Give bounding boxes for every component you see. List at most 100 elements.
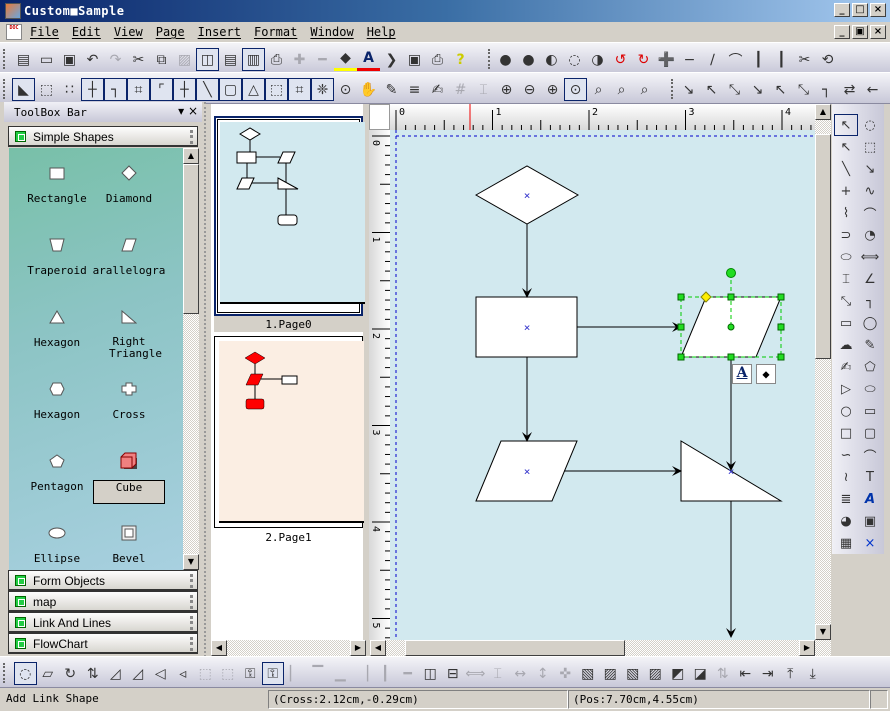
snap-cross-icon[interactable]: ┼ (81, 78, 104, 101)
category-map[interactable]: map (8, 591, 198, 612)
move-left-icon[interactable]: ⇤ (734, 662, 757, 685)
category-form-objects[interactable]: Form Objects (8, 570, 198, 591)
canvas-vscrollbar[interactable]: ▲ ▼ (815, 104, 831, 640)
send-back-icon[interactable]: ▨ (599, 662, 622, 685)
page-thumb-0[interactable] (214, 116, 365, 316)
align-disabled-icon[interactable]: ⌶ (472, 78, 495, 101)
zoom-plus-icon[interactable]: ⊕ (541, 78, 564, 101)
pie-icon[interactable]: ◔ (858, 224, 882, 246)
square-icon[interactable]: □ (834, 422, 858, 444)
split-icon[interactable]: ┃ (747, 48, 770, 71)
front-layer-icon[interactable]: ◩ (667, 662, 690, 685)
snap-connect-icon[interactable]: ┐ (104, 78, 127, 101)
snap-center-icon[interactable]: ⌗ (127, 78, 150, 101)
align-left-icon[interactable]: ▏ (284, 662, 307, 685)
scroll-thumb[interactable] (815, 134, 831, 359)
ungroup-icon[interactable]: ⬚ (217, 662, 240, 685)
close-panel-icon[interactable]: × (188, 104, 198, 118)
rotate-right-shape-icon[interactable]: ◿ (127, 662, 150, 685)
add-point-icon[interactable]: ➕ (655, 48, 678, 71)
back-layer-icon[interactable]: ◪ (689, 662, 712, 685)
scroll-right-button[interactable]: ▶ (350, 640, 366, 656)
toolbox-scrollbar[interactable]: ▲ ▼ (183, 148, 199, 570)
font-color-icon[interactable]: A (357, 48, 380, 71)
snap-corner-icon[interactable]: ⌜ (150, 78, 173, 101)
page-label-0[interactable]: 1.Page0 (214, 316, 363, 332)
grid-disabled-icon[interactable]: # (449, 78, 472, 101)
close-path-icon[interactable]: ⟲ (816, 48, 839, 71)
snap-bounds-icon[interactable]: ▢ (219, 78, 242, 101)
rotate-90-icon[interactable]: ↻ (59, 662, 82, 685)
close-button[interactable]: × (870, 3, 886, 17)
remove-point-icon[interactable]: − (678, 48, 701, 71)
align-center-icon[interactable]: ┃ (374, 662, 397, 685)
scroll-up-button[interactable]: ▲ (815, 104, 831, 120)
drawing-canvas[interactable]: × × × × A ◆ (390, 130, 815, 640)
toolbar-grip[interactable] (3, 49, 6, 69)
snap-guide-icon[interactable]: ┼ (173, 78, 196, 101)
combine-icon[interactable]: ● (517, 48, 540, 71)
rounded-rect-icon[interactable]: ▢ (858, 422, 882, 444)
swap-order-icon[interactable]: ⇅ (712, 662, 735, 685)
group-icon[interactable]: ⬚ (194, 662, 217, 685)
category-simple-shapes[interactable]: Simple Shapes (8, 126, 198, 147)
h-dimension-icon[interactable]: ⟺ (858, 246, 882, 268)
font-icon[interactable]: A (858, 488, 882, 510)
pin-icon[interactable]: ▾ (178, 104, 184, 118)
shape-item-hexagon[interactable]: Hexagon (17, 306, 97, 349)
new-document-icon[interactable]: ▤ (12, 48, 35, 71)
free-rotate-icon[interactable]: ◌ (14, 662, 37, 685)
polyline-icon[interactable]: ⌇ (834, 202, 858, 224)
link-type4-icon[interactable]: ↘ (746, 78, 769, 101)
link-type3-icon[interactable]: ⤡ (723, 78, 746, 101)
print-preview-icon[interactable]: ⎙ (426, 48, 449, 71)
step-icon[interactable]: ┐ (858, 290, 882, 312)
shape-item-cross[interactable]: Cross (89, 378, 169, 421)
page-label-1[interactable]: 2.Page1 (214, 531, 363, 547)
align-right-icon[interactable]: ▕ (352, 662, 375, 685)
bring-front-icon[interactable]: ▧ (577, 662, 600, 685)
align-top-icon[interactable]: ▔ (307, 662, 330, 685)
freehand-icon[interactable]: ✎ (858, 334, 882, 356)
minimize-button[interactable]: _ (834, 3, 850, 17)
toolbar-grip[interactable] (3, 663, 6, 683)
zoom-in-icon[interactable]: ⊕ (495, 78, 518, 101)
menu-help[interactable]: Help (367, 25, 396, 39)
arc-icon[interactable]: ⌒ (858, 202, 882, 224)
undo-icon[interactable]: ↶ (81, 48, 104, 71)
snap-diagonal-icon[interactable]: ╲ (196, 78, 219, 101)
same-width-icon[interactable]: ↔ (509, 662, 532, 685)
circle-icon[interactable]: ○ (834, 400, 858, 422)
link-type1-icon[interactable]: ↘ (677, 78, 700, 101)
link-type8-icon[interactable]: ⇄ (838, 78, 861, 101)
zoom-page-icon[interactable]: ⌕ (587, 78, 610, 101)
shape-item-cube[interactable]: Cube (89, 450, 169, 504)
scroll-down-button[interactable]: ▼ (183, 554, 199, 570)
join-icon[interactable]: ┃ (770, 48, 793, 71)
union-icon[interactable]: ● (494, 48, 517, 71)
select-shape-icon[interactable]: ⬚ (35, 78, 58, 101)
category-link-and-lines[interactable]: Link And Lines (8, 612, 198, 633)
v-dimension-icon[interactable]: ⌶ (834, 268, 858, 290)
curve-point-icon[interactable]: ⌒ (724, 48, 747, 71)
rotate-left-shape-icon[interactable]: ◿ (104, 662, 127, 685)
open-arc-icon[interactable]: ⊃ (834, 224, 858, 246)
shape-item-diamond[interactable]: Diamond (89, 162, 169, 205)
snap-rotate-icon[interactable]: ❈ (311, 78, 334, 101)
menu-page[interactable]: Page (156, 25, 185, 39)
text-icon[interactable]: T (858, 466, 882, 488)
thumbnails-hscrollbar[interactable]: ◀ ▶ (211, 640, 366, 656)
flip-h-icon[interactable]: ◁ (149, 662, 172, 685)
squiggle-icon[interactable]: ≀ (834, 466, 858, 488)
document-icon[interactable]: DOC (6, 24, 22, 40)
space-v-icon[interactable]: ⌶ (487, 662, 510, 685)
scroll-down-button[interactable]: ▼ (815, 624, 831, 640)
copy-icon[interactable]: ⧉ (150, 48, 173, 71)
zoom-out-icon[interactable]: ⊖ (518, 78, 541, 101)
redo-icon[interactable]: ↷ (104, 48, 127, 71)
zoom-select-icon[interactable]: ⌕ (633, 78, 656, 101)
diag-dimension-icon[interactable]: ⤡ (834, 290, 858, 312)
scroll-left-button[interactable]: ◀ (370, 640, 386, 656)
round-callout-icon[interactable]: ◯ (858, 312, 882, 334)
layers-icon[interactable]: ≡ (403, 78, 426, 101)
